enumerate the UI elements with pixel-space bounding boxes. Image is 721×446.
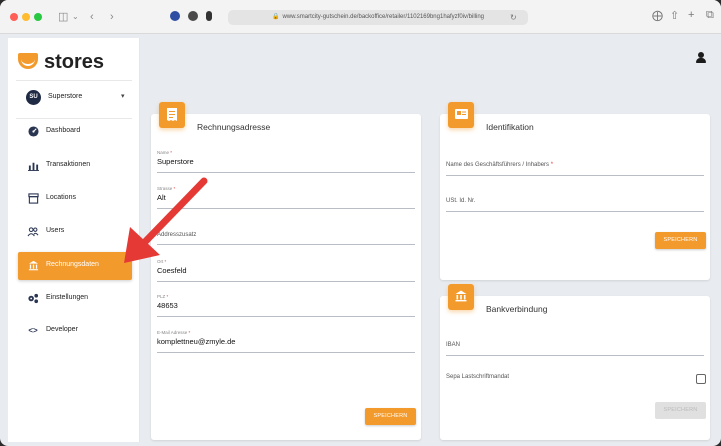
sidebar-item-label: Transaktionen [46, 161, 91, 168]
store-icon [27, 193, 39, 205]
reload-icon[interactable]: ↻ [510, 10, 517, 25]
shield-icon[interactable] [206, 11, 212, 21]
required-mark: * [188, 330, 191, 335]
card-title: Rechnungsadresse [197, 122, 271, 132]
sidebar-item-transaktionen[interactable]: Transaktionen [18, 152, 132, 180]
code-icon: <> [28, 326, 38, 335]
save-billing-button[interactable]: SPEICHERN [365, 408, 416, 425]
save-identification-button[interactable]: SPEICHERN [655, 232, 706, 249]
sidebar-item-label: Einstellungen [46, 294, 89, 301]
email-field[interactable]: E-Mail Adresse * komplettneu@zmyle.de [157, 330, 415, 353]
bank-icon [27, 260, 39, 272]
sidebar-item-rechnungsdaten[interactable]: Rechnungsdaten [18, 252, 132, 280]
sidebar-item-label: Locations [46, 194, 76, 201]
address-bar[interactable]: 🔒 www.smartcity-gutschein.de/backoffice/r… [228, 10, 528, 25]
field-value: komplettneu@zmyle.de [157, 337, 236, 346]
sidebar-toggle-icon[interactable]: ◫ [58, 9, 68, 25]
store-selector[interactable]: SU Superstore ▾ [26, 90, 130, 110]
chevron-down-icon[interactable]: ⌄ [72, 9, 79, 25]
field-placeholder: IBAN [446, 342, 461, 348]
sidebar-item-developer[interactable]: <> Developer [18, 317, 132, 345]
store-name: Superstore [48, 93, 83, 100]
field-label: E-Mail Adresse [157, 330, 188, 335]
sidebar-item-users[interactable]: Users [18, 218, 132, 246]
extension-icon[interactable] [188, 11, 198, 21]
lock-icon: 🔒 [271, 14, 280, 20]
gears-icon [27, 293, 39, 305]
new-tab-icon[interactable]: + [688, 9, 694, 21]
url-text: www.smartcity-gutschein.de/backoffice/re… [282, 14, 485, 20]
sepa-checkbox[interactable] [696, 374, 706, 384]
download-icon[interactable]: ⨁ [652, 9, 663, 22]
ust-id-field[interactable]: USt. Id. Nr. [446, 198, 704, 216]
iban-field[interactable]: IBAN [446, 342, 704, 360]
browser-toolbar: ◫ ⌄ ‹ › 🔒 www.smartcity-gutschein.de/back… [0, 0, 721, 34]
sidebar-item-label: Users [46, 227, 65, 234]
field-label: Name [157, 150, 170, 155]
sidebar-item-einstellungen[interactable]: Einstellungen [18, 285, 132, 313]
identification-card: Identifikation Name des Geschäftsführers… [440, 102, 710, 280]
extension-icon[interactable] [170, 11, 180, 21]
forward-icon[interactable]: › [110, 9, 114, 25]
id-card-icon [448, 102, 474, 128]
save-bank-button[interactable]: SPEICHERN [655, 402, 706, 419]
field-placeholder: USt. Id. Nr. [446, 198, 476, 204]
close-window-button[interactable] [10, 13, 18, 21]
minimize-window-button[interactable] [22, 13, 30, 21]
sepa-checkbox-row[interactable]: Sepa Lastschriftmandat [446, 374, 704, 388]
divider [16, 80, 132, 81]
required-mark: * [550, 162, 554, 168]
plz-field[interactable]: PLZ * 48653 [157, 294, 415, 317]
annotation-arrow-icon [124, 177, 208, 263]
required-mark: * [170, 150, 173, 155]
billing-address-card: Rechnungsadresse Name * Superstore Stras… [151, 102, 421, 440]
checkbox-label: Sepa Lastschriftmandat [446, 374, 510, 380]
main-content: Rechnungsadresse Name * Superstore Stras… [140, 34, 721, 446]
sidebar-item-label: Developer [46, 326, 78, 333]
field-label: PLZ [157, 294, 166, 299]
sidebar-item-dashboard[interactable]: Dashboard [18, 118, 132, 146]
browser-window: ◫ ⌄ ‹ › 🔒 www.smartcity-gutschein.de/back… [0, 0, 721, 446]
users-icon [27, 226, 39, 238]
sidebar-item-locations[interactable]: Locations [18, 185, 132, 213]
sidebar-item-label: Dashboard [46, 127, 81, 134]
card-title: Bankverbindung [486, 304, 548, 314]
required-mark: * [166, 294, 169, 299]
receipt-icon [159, 102, 185, 128]
bar-chart-icon [27, 160, 39, 172]
sidebar-item-label: Rechnungsdaten [46, 261, 99, 268]
inhaber-field[interactable]: Name des Geschäftsführers / Inhabers * [446, 162, 704, 180]
dashboard-icon [27, 126, 39, 138]
field-value: 48653 [157, 301, 178, 310]
bank-card: Bankverbindung IBAN Sepa Lastschriftmand… [440, 284, 710, 440]
back-icon[interactable]: ‹ [90, 9, 94, 25]
bank-icon [448, 284, 474, 310]
share-icon[interactable]: ⇧ [670, 9, 679, 22]
avatar: SU [26, 90, 41, 105]
field-placeholder: Name des Geschäftsführers / Inhabers [446, 162, 550, 168]
logo-text: stores [44, 51, 105, 73]
caret-down-icon: ▾ [121, 93, 125, 100]
logo-mark-icon [18, 53, 38, 69]
user-account-icon[interactable] [696, 52, 706, 64]
name-field[interactable]: Name * Superstore [157, 150, 415, 173]
tabs-overview-icon[interactable]: ⧉ [706, 9, 714, 22]
field-value: Superstore [157, 157, 194, 166]
card-title: Identifikation [486, 122, 534, 132]
maximize-window-button[interactable] [34, 13, 42, 21]
